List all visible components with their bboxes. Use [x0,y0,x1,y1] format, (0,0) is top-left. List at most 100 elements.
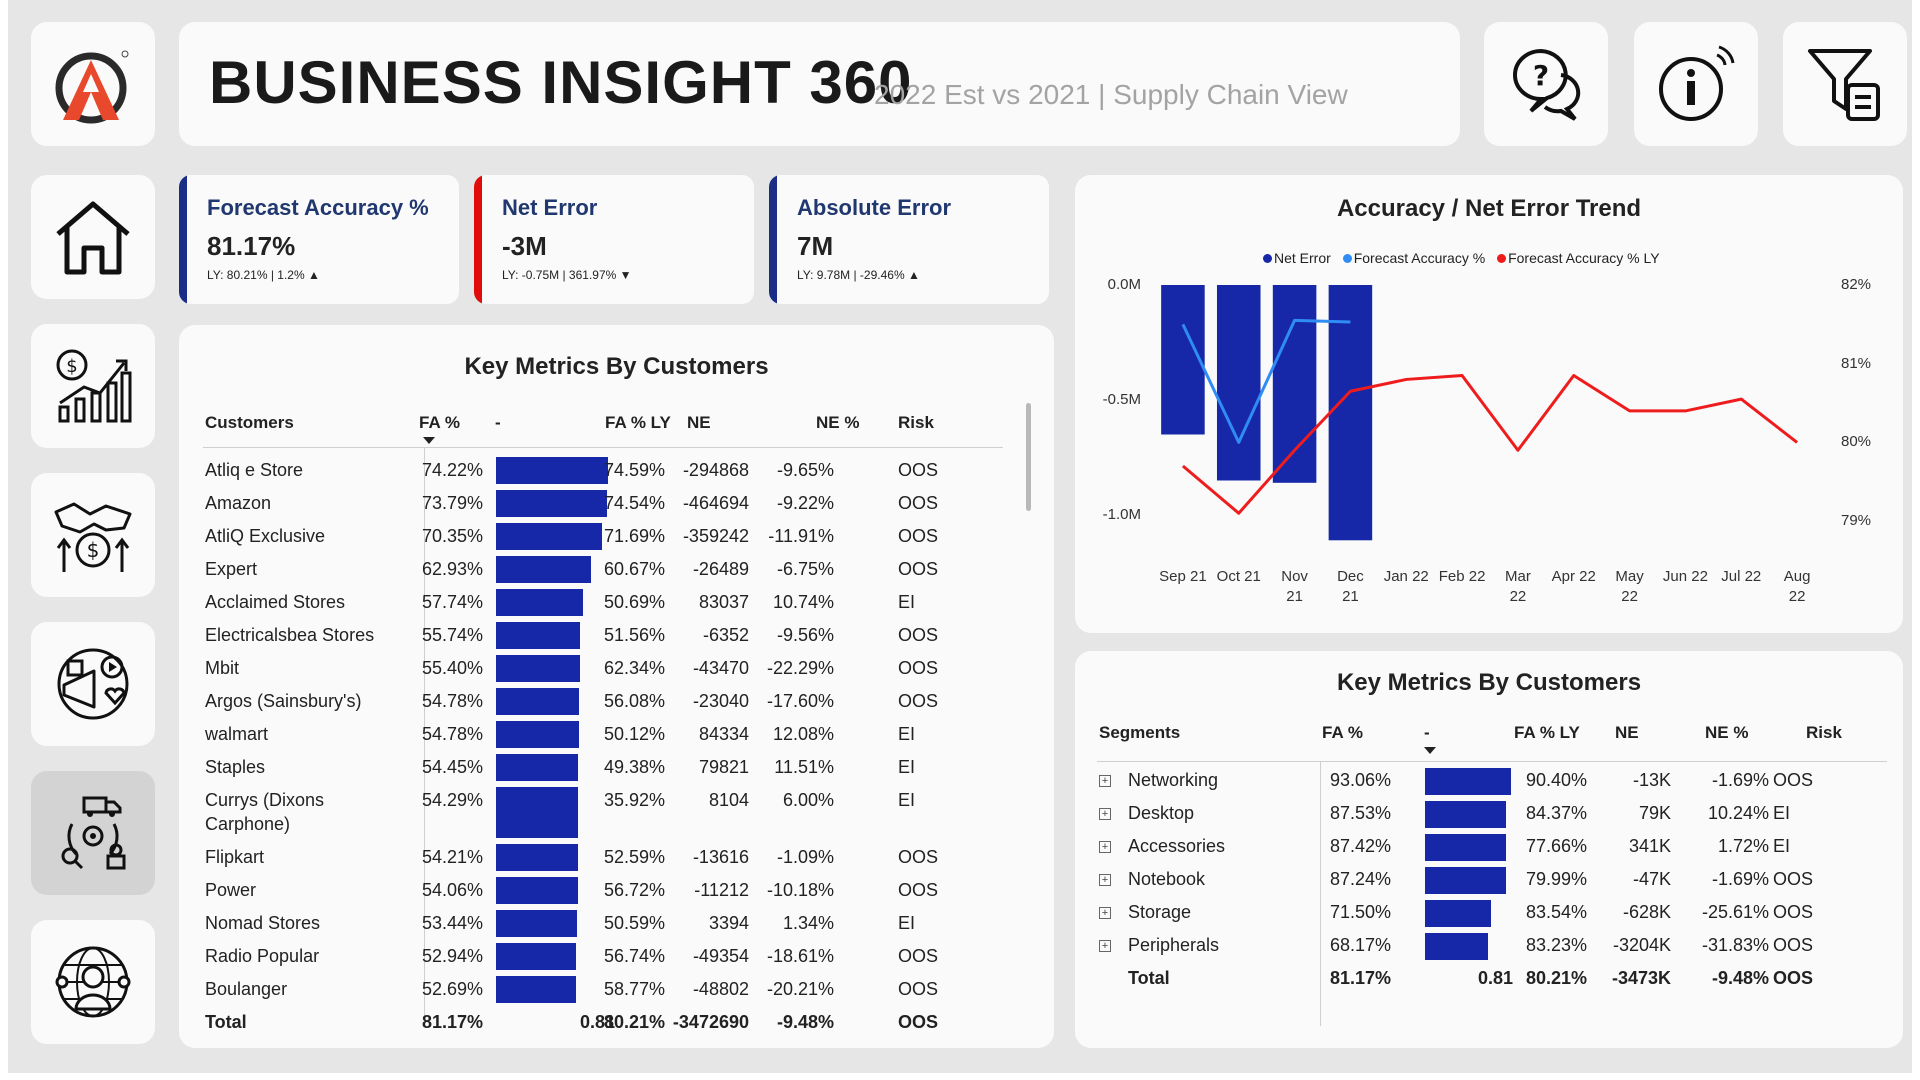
right-axis-tick: 81% [1841,354,1872,372]
x-axis-tick-line: Nov [1281,568,1308,585]
table-row[interactable]: Mbit 55.40% 62.34% -43470 -22.29% OOS [179,653,1054,686]
fa-ly-value: 90.40% [1525,770,1587,790]
ne-pct-value: -25.61% [1701,902,1769,922]
nav-marketing[interactable] [31,622,155,746]
table-row[interactable]: + Peripherals 68.17% 83.23% -3204K -31.83% OOS [1075,930,1903,963]
table-row[interactable]: AtliQ Exclusive 70.35% 71.69% -359242 -11.91… [179,521,1054,554]
x-axis-tick-line: 22 [1509,588,1527,605]
table-row[interactable]: Acclaimed Stores 57.74% 50.69% 83037 10.74% E… [179,587,1054,620]
table-row[interactable]: Electricalsbea Stores 55.74% 51.56% -6352 -9… [179,620,1054,653]
fa-value: 54.21% [421,847,483,867]
total-ne-pct: -9.48% [1711,968,1769,988]
risk-value: EI [898,913,916,933]
table-row[interactable]: + Networking 93.06% 90.40% -13K -1.69% OOS [1075,765,1903,798]
table-row[interactable]: Amazon 73.79% 74.54% -464694 -9.22% OOS [179,488,1054,521]
nav-sales[interactable]: $ [31,473,155,597]
x-axis-tick-line: Apr 22 [1551,568,1596,585]
page-title: BUSINESS INSIGHT 360 [209,49,913,116]
total-fa: 81.17% [1329,968,1391,988]
column-header-risk[interactable]: Risk [898,413,934,433]
table-row[interactable]: Currys (Dixons Carphone) 54.29% 35.92% 8104 6… [179,785,1054,842]
executive-icon [55,946,131,1018]
customer-name: Argos (Sainsbury's) [205,691,362,711]
nav-executive[interactable] [31,920,155,1044]
table-row[interactable]: Expert 62.93% 60.67% -26489 -6.75% OOS [179,554,1054,587]
x-axis-tick-line: 22 [1788,588,1806,605]
sort-arrow-icon[interactable] [423,437,435,444]
total-label: Total [1128,968,1170,988]
ne-value: -23040 [692,691,749,711]
column-header-fa[interactable]: FA % [419,413,460,433]
header-bar: BUSINESS INSIGHT 360 2022 Est vs 2021 | … [179,22,1460,146]
total-fa-ly: 80.21% [1525,968,1587,988]
table-row[interactable]: Power 54.06% 56.72% -11212 -10.18% OOS [179,875,1054,908]
ne-value: -359242 [682,526,749,546]
svg-text:$: $ [87,538,100,562]
column-header-ne-pct[interactable]: NE % [1705,723,1748,743]
table-row[interactable]: Radio Popular 52.94% 56.74% -49354 -18.61% OO… [179,941,1054,974]
kpi-absolute-error[interactable]: Absolute Error 7M LY: 9.78M | -29.46% ▲ [769,175,1049,304]
table-row[interactable]: Argos (Sainsbury's) 54.78% 56.08% -23040 -17… [179,686,1054,719]
right-axis-tick: 79% [1841,512,1872,530]
table-row[interactable]: Flipkart 54.21% 52.59% -13616 -1.09% OOS [179,842,1054,875]
kpi-comparison: LY: 80.21% | 1.2% ▲ [207,268,320,282]
nav-supply-chain[interactable] [31,771,155,895]
table-row[interactable]: Staples 54.45% 49.38% 79821 11.51% EI [179,752,1054,785]
expand-icon[interactable]: + [1099,775,1111,787]
table-row[interactable]: + Accessories 87.42% 77.66% 341K 1.72% EI [1075,831,1903,864]
table-row[interactable]: walmart 54.78% 50.12% 84334 12.08% EI [179,719,1054,752]
table-scrollbar[interactable] [1026,403,1031,511]
column-header-segments[interactable]: Segments [1099,723,1180,743]
kpi-forecast-accuracy[interactable]: Forecast Accuracy % 81.17% LY: 80.21% | … [179,175,459,304]
fa-value: 62.93% [421,559,483,579]
nav-finance[interactable]: $ [31,324,155,448]
column-header-ne[interactable]: NE [687,413,711,433]
expand-icon[interactable]: + [1099,907,1111,919]
fa-data-bar [496,877,578,904]
help-button[interactable]: ? [1484,22,1608,146]
fa-value: 52.94% [421,946,483,966]
risk-value: OOS [1773,902,1814,922]
marketing-icon [57,648,129,720]
filter-button[interactable] [1783,22,1907,146]
table-row[interactable]: Atliq e Store 74.22% 74.59% -294868 -9.65% OO… [179,455,1054,488]
customer-name: Acclaimed Stores [205,592,346,612]
ne-pct-value: 6.00% [782,790,834,810]
expand-icon[interactable]: + [1099,874,1111,886]
x-axis-tick-line: Feb 22 [1438,568,1486,585]
fa-data-bar [1425,900,1491,927]
table-row[interactable]: Nomad Stores 53.44% 50.59% 3394 1.34% EI [179,908,1054,941]
fa-ly-value: 83.23% [1525,935,1587,955]
expand-icon[interactable]: + [1099,841,1111,853]
nav-home[interactable] [31,175,155,299]
ne-pct-value: -1.69% [1711,869,1769,889]
sort-arrow-icon[interactable] [1424,747,1436,754]
kpi-value: 81.17% [207,231,296,261]
segments-table: Segments FA % - FA % LY NE NE % Risk + Networkin… [1075,651,1903,1048]
column-header-fa-ly[interactable]: FA % LY [1514,723,1580,743]
column-header-risk[interactable]: Risk [1806,723,1842,743]
column-header-ne-pct[interactable]: NE % [816,413,859,433]
table-row[interactable]: + Desktop 87.53% 84.37% 79K 10.24% EI [1075,798,1903,831]
fa-data-bar [496,655,580,682]
fa-data-bar [1425,933,1488,960]
x-axis-tick: Apr 22 [1544,567,1604,587]
column-header-bar[interactable]: - [495,413,501,433]
column-header-customers[interactable]: Customers [205,413,294,433]
table-row[interactable]: + Notebook 87.24% 79.99% -47K -1.69% OOS [1075,864,1903,897]
column-header-bar[interactable]: - [1424,723,1430,743]
ne-value: -13K [1632,770,1671,790]
column-header-fa-ly[interactable]: FA % LY [605,413,671,433]
ne-value: -13616 [692,847,749,867]
fa-value: 54.45% [421,757,483,777]
expand-icon[interactable]: + [1099,940,1111,952]
column-header-fa[interactable]: FA % [1322,723,1363,743]
fa-value: 93.06% [1329,770,1391,790]
info-button[interactable] [1634,22,1758,146]
table-row[interactable]: + Storage 71.50% 83.54% -628K -25.61% OOS [1075,897,1903,930]
table-row[interactable]: Boulanger 52.69% 58.77% -48802 -20.21% OOS [179,974,1054,1007]
kpi-net-error[interactable]: Net Error -3M LY: -0.75M | 361.97% ▼ [474,175,754,304]
ne-pct-value: -6.75% [776,559,834,579]
column-header-ne[interactable]: NE [1615,723,1639,743]
expand-icon[interactable]: + [1099,808,1111,820]
